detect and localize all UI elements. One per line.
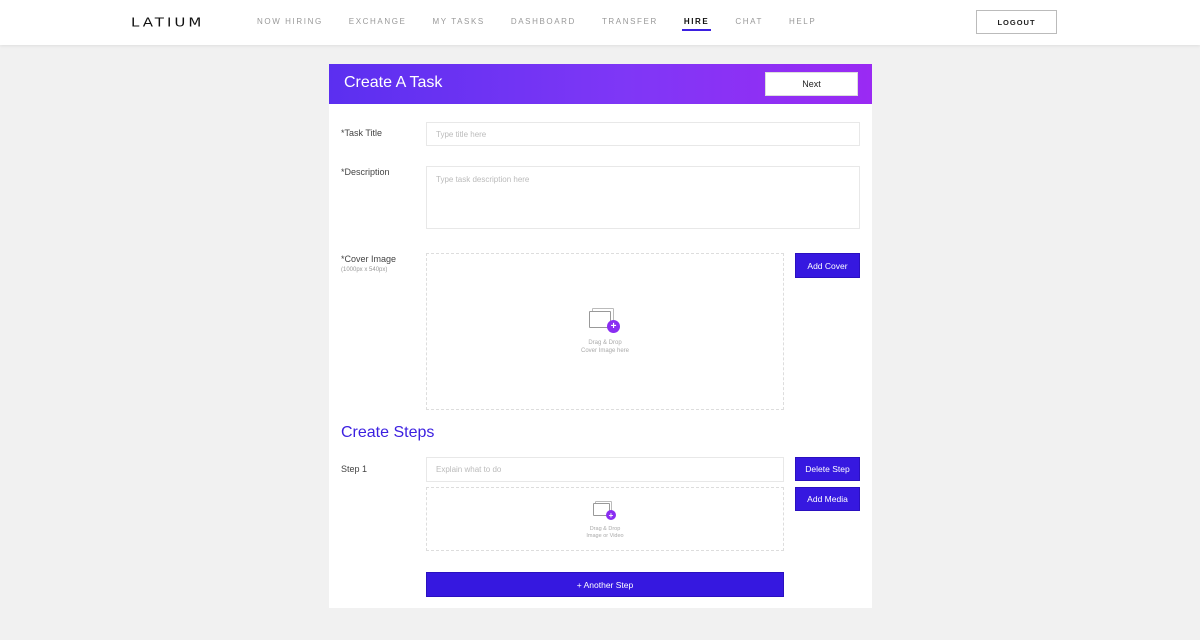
add-image-icon: + — [589, 308, 621, 334]
nav-exchange[interactable]: EXCHANGE — [349, 0, 407, 45]
logout-button[interactable]: LOGOUT — [976, 10, 1057, 34]
add-cover-button[interactable]: Add Cover — [795, 253, 860, 278]
create-steps-title: Create Steps — [341, 424, 435, 441]
main-nav: NOW HIRING EXCHANGE MY TASKS DASHBOARD T… — [257, 0, 842, 45]
page-title: Create A Task — [344, 74, 443, 91]
cover-image-dropzone[interactable]: + Drag & Drop Cover Image here — [426, 253, 784, 410]
nav-now-hiring[interactable]: NOW HIRING — [257, 0, 323, 45]
top-navbar: LATIUM NOW HIRING EXCHANGE MY TASKS DASH… — [0, 0, 1200, 45]
cover-image-size-hint: (1000px x 540px) — [341, 267, 388, 273]
step-1-label: Step 1 — [341, 464, 368, 474]
step-drop-text-line1: Drag & Drop — [589, 526, 621, 532]
card-header: Create A Task Next — [329, 64, 872, 104]
task-title-placeholder: Type title here — [436, 129, 487, 139]
step-1-input[interactable]: Explain what to do — [426, 457, 784, 482]
task-title-input[interactable]: Type title here — [426, 122, 860, 146]
step-1-media-dropzone[interactable]: + Drag & Drop Image or Video — [426, 487, 784, 551]
description-label: *Description — [341, 167, 390, 177]
latium-logo[interactable]: LATIUM — [131, 14, 204, 29]
nav-chat[interactable]: CHAT — [735, 0, 763, 45]
plus-icon: + — [606, 510, 616, 520]
create-task-card: Create A Task Next *Task Title Type titl… — [329, 64, 872, 608]
nav-help[interactable]: HELP — [789, 0, 816, 45]
plus-icon: + — [607, 320, 620, 333]
step-drop-text-line2: Image or Video — [586, 533, 624, 539]
nav-my-tasks[interactable]: MY TASKS — [432, 0, 484, 45]
next-button[interactable]: Next — [765, 72, 858, 96]
step-1-placeholder: Explain what to do — [436, 465, 502, 474]
nav-hire[interactable]: HIRE — [681, 0, 711, 45]
add-media-icon: + — [593, 501, 617, 521]
nav-dashboard[interactable]: DASHBOARD — [511, 0, 576, 45]
description-textarea[interactable]: Type task description here — [426, 166, 860, 229]
cover-drop-text-line2: Cover Image here — [580, 348, 630, 354]
description-placeholder: Type task description here — [436, 175, 530, 184]
nav-transfer[interactable]: TRANSFER — [602, 0, 658, 45]
delete-step-button[interactable]: Delete Step — [795, 457, 860, 481]
task-title-label: *Task Title — [341, 128, 383, 138]
add-media-button[interactable]: Add Media — [795, 487, 860, 511]
another-step-button[interactable]: + Another Step — [426, 572, 784, 597]
cover-image-label: *Cover Image — [341, 254, 397, 264]
cover-drop-text-line1: Drag & Drop — [588, 340, 622, 346]
